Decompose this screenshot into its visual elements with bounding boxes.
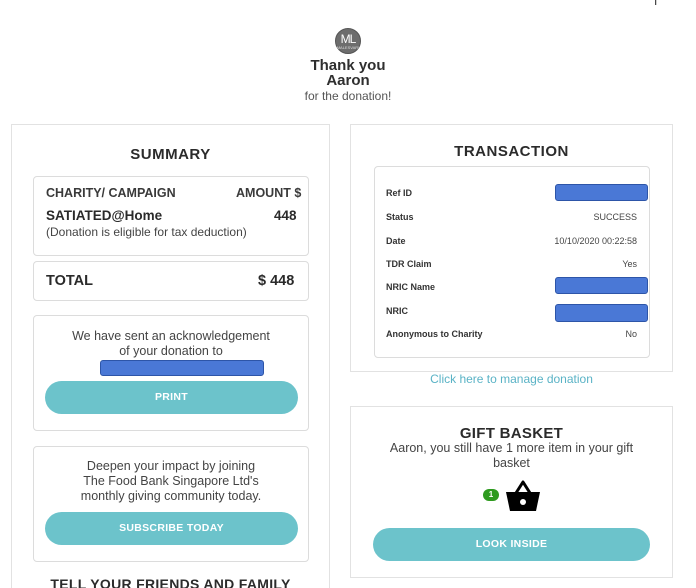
nric-name-label: NRIC Name — [386, 282, 436, 292]
charity-logo: ML MALESVARI — [335, 28, 361, 54]
ref-id-label: Ref ID — [386, 188, 413, 198]
redacted-email — [100, 360, 264, 376]
subscribe-today-button[interactable]: SUBSCRIBE TODAY — [45, 512, 298, 545]
basket-icon[interactable] — [504, 478, 542, 514]
logo-subtext: MALESVARI — [336, 44, 360, 50]
redacted-nric — [555, 304, 648, 322]
total-label: TOTAL — [46, 273, 93, 289]
acknowledgement-text: We have sent an acknowledgement of your … — [33, 329, 309, 359]
gift-basket-message: Aaron, you still have 1 more item in you… — [350, 441, 673, 471]
tax-deduction-note: (Donation is eligible for tax deduction) — [46, 225, 247, 239]
look-inside-button[interactable]: LOOK INSIDE — [373, 528, 650, 561]
summary-title: SUMMARY — [130, 146, 211, 163]
corner-mark: I' — [654, 0, 660, 8]
logo-initials: ML — [340, 31, 357, 46]
tdr-claim-label: TDR Claim — [386, 259, 432, 269]
subscribe-line-1: Deepen your impact by joining — [86, 459, 256, 473]
anonymous-label: Anonymous to Charity — [386, 329, 483, 339]
date-label: Date — [386, 236, 406, 246]
tdr-claim-value: Yes — [622, 259, 637, 269]
subscribe-text: Deepen your impact by joining The Food B… — [33, 459, 309, 504]
gift-basket-title: GIFT BASKET — [459, 425, 564, 442]
print-button[interactable]: PRINT — [45, 381, 298, 414]
thank-you-header: ML MALESVARI Thank you Aaron for the don… — [0, 28, 696, 103]
redacted-nric-name — [555, 277, 648, 294]
campaign-amount: 448 — [274, 208, 297, 223]
thank-you-heading: Thank you — [310, 57, 386, 74]
anonymous-value: No — [625, 329, 637, 339]
charity-column-header: CHARITY/ CAMPAIGN — [46, 186, 176, 200]
nric-label: NRIC — [386, 306, 408, 316]
redacted-ref-id — [555, 184, 648, 201]
amount-column-header: AMOUNT $ — [236, 186, 302, 200]
status-value: SUCCESS — [593, 212, 637, 222]
gift-basket-line-1: Aaron, you still have 1 more item in you… — [389, 441, 634, 455]
acknowledgement-line-2: of your donation to — [119, 344, 223, 358]
campaign-name: SATIATED@Home — [46, 208, 163, 223]
tell-friends-heading: TELL YOUR FRIENDS AND FAMILY — [50, 576, 291, 588]
basket-count-badge: 1 — [483, 489, 499, 501]
transaction-title: TRANSACTION — [454, 143, 569, 160]
manage-donation-link[interactable]: Click here to manage donation — [350, 372, 673, 386]
date-value: 10/10/2020 00:22:58 — [554, 236, 637, 246]
donation-subtitle: for the donation! — [304, 89, 392, 103]
subscribe-line-3: monthly giving community today. — [80, 489, 262, 503]
status-label: Status — [386, 212, 414, 222]
acknowledgement-line-1: We have sent an acknowledgement — [72, 329, 270, 343]
gift-basket-line-2: basket — [493, 456, 530, 470]
subscribe-line-2: The Food Bank Singapore Ltd's — [83, 474, 259, 488]
donor-name: Aaron — [326, 72, 370, 89]
total-value: $ 448 — [258, 273, 295, 289]
